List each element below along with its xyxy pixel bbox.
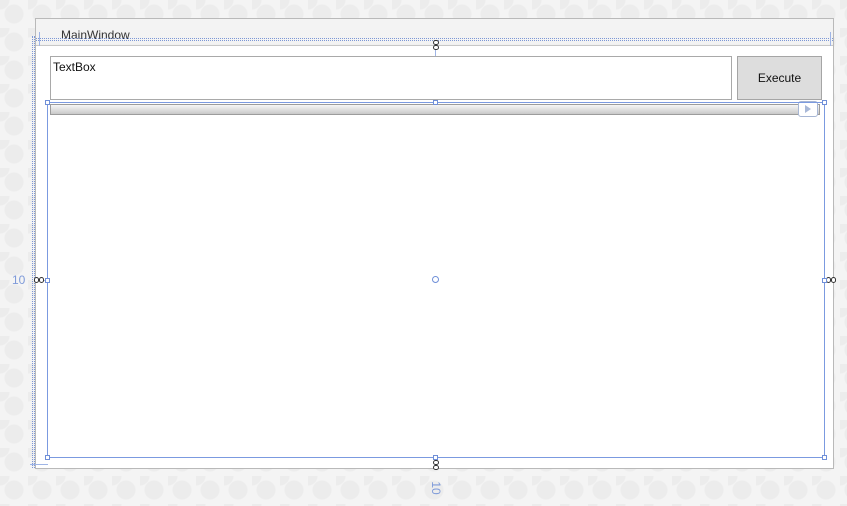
resize-handle-left[interactable] — [45, 278, 50, 283]
guide-top-left-tick — [39, 32, 40, 46]
guide-left-line-2 — [34, 36, 35, 468]
bottom-margin-label: 10 — [429, 481, 443, 495]
execute-button[interactable]: Execute — [737, 56, 822, 100]
resize-handle-bottom-right[interactable] — [822, 455, 827, 460]
resize-handle-top-left[interactable] — [45, 100, 50, 105]
guide-bottom-left-tick — [30, 464, 48, 465]
resize-handle-top[interactable] — [433, 100, 438, 105]
resize-handle-bottom-left[interactable] — [45, 455, 50, 460]
left-margin-label: 10 — [12, 273, 26, 287]
guide-top-right-tick — [830, 32, 831, 46]
command-textbox[interactable] — [50, 56, 732, 100]
link-chain-icon[interactable] — [431, 460, 441, 470]
textbox-text: TextBox — [53, 60, 96, 74]
execute-button-label: Execute — [757, 71, 802, 85]
guide-top-line — [36, 38, 833, 39]
link-chain-icon[interactable] — [34, 275, 44, 285]
resize-handle-right[interactable] — [822, 278, 827, 283]
center-move-handle[interactable] — [432, 276, 439, 283]
link-chain-icon[interactable] — [431, 40, 441, 50]
resize-handle-bottom[interactable] — [433, 455, 438, 460]
resize-handle-top-right[interactable] — [822, 100, 827, 105]
link-chain-icon[interactable] — [826, 275, 836, 285]
guide-left-line — [32, 36, 33, 468]
